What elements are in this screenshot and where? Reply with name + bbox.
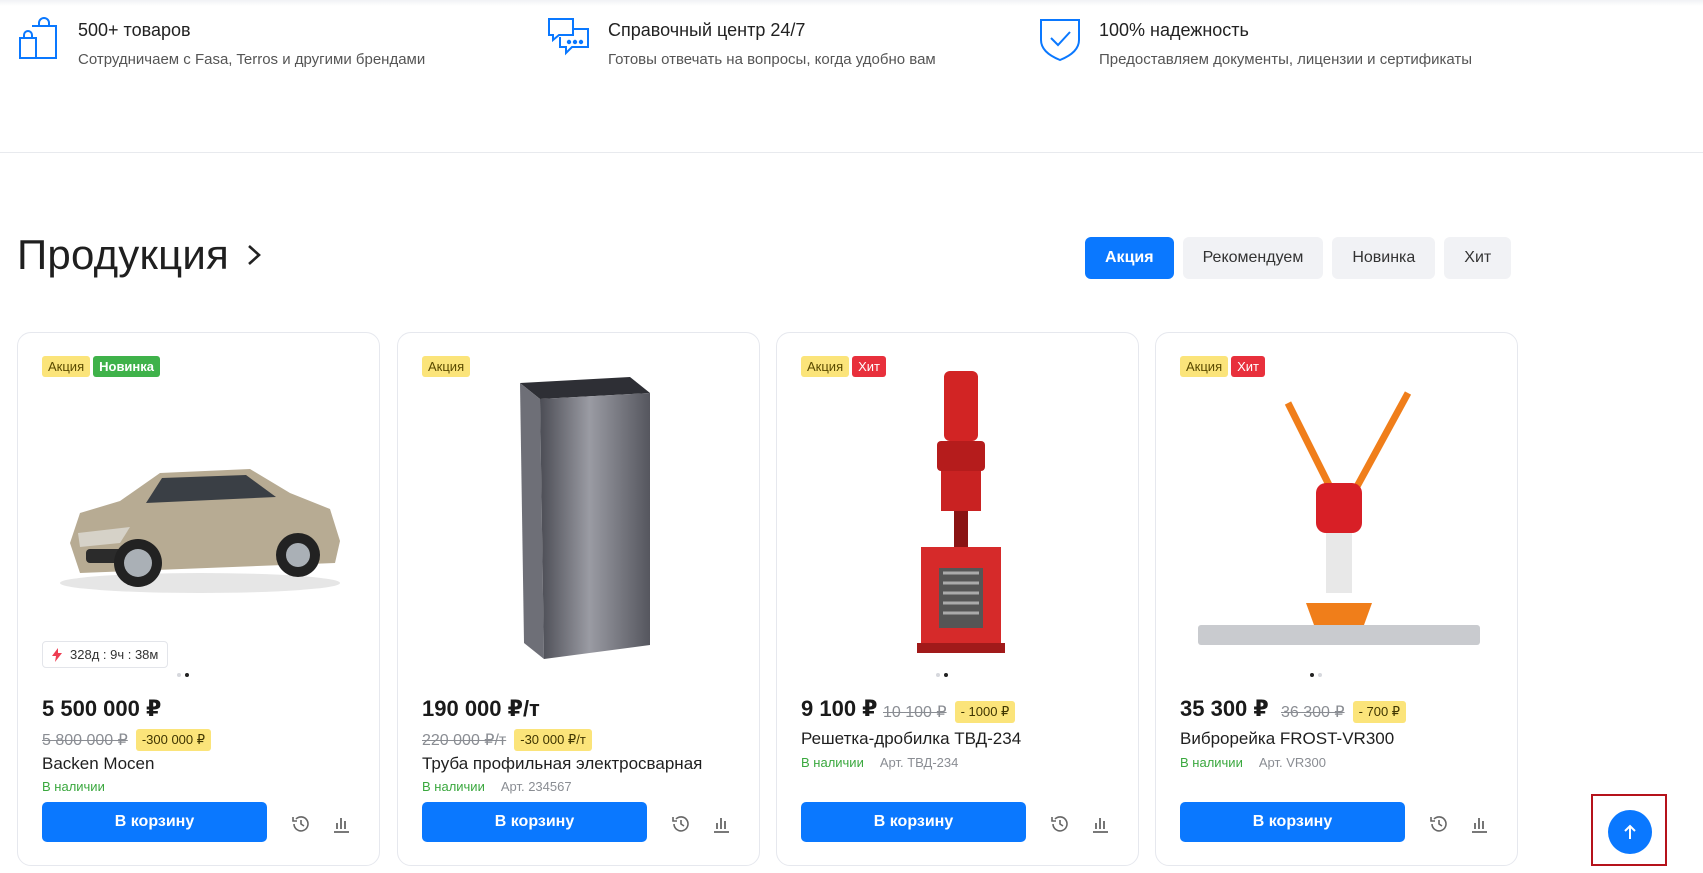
product-card[interactable]: Акция Новинка 328д : 9ч : 38м 5 500 000 … bbox=[17, 332, 380, 866]
image-dots[interactable] bbox=[177, 673, 189, 677]
stock-status: В наличии bbox=[42, 779, 105, 794]
old-price-row: 220 000 ₽/т -30 000 ₽/т bbox=[422, 729, 592, 751]
feature-products: 500+ товаров Сотрудничаем с Fasa, Terros… bbox=[16, 16, 425, 68]
dot[interactable] bbox=[177, 673, 181, 677]
price-row: 35 300 ₽ bbox=[1180, 696, 1269, 722]
filter-tabs: Акция Рекомендуем Новинка Хит bbox=[1085, 237, 1512, 279]
compare-icon[interactable] bbox=[1469, 814, 1489, 834]
discount-badge: -300 000 ₽ bbox=[135, 729, 212, 751]
filter-new[interactable]: Новинка bbox=[1332, 237, 1436, 279]
features-strip: 500+ товаров Сотрудничаем с Fasa, Terros… bbox=[0, 0, 1703, 153]
dot-active[interactable] bbox=[185, 673, 189, 677]
countdown-timer: 328д : 9ч : 38м bbox=[42, 641, 169, 668]
filter-recommended[interactable]: Рекомендуем bbox=[1182, 237, 1324, 279]
scroll-to-top-button[interactable] bbox=[1608, 810, 1652, 854]
feature-description: Сотрудничаем с Fasa, Terros и другими бр… bbox=[78, 51, 426, 68]
stock-row: В наличии Арт. 234567 bbox=[422, 779, 572, 794]
arrow-up-icon bbox=[1624, 824, 1636, 839]
shield-check-icon bbox=[1040, 19, 1080, 62]
lightning-icon bbox=[52, 647, 62, 662]
product-name[interactable]: Виброрейка FROST-VR300 bbox=[1180, 729, 1394, 749]
filter-sale[interactable]: Акция bbox=[1085, 237, 1174, 279]
feature-support: Справочный центр 24/7 Готовы отвечать на… bbox=[546, 16, 936, 68]
crusher-image bbox=[916, 371, 1005, 653]
price: 5 500 000 ₽ bbox=[42, 696, 162, 721]
car-image bbox=[59, 469, 340, 593]
discount-badge: -30 000 ₽/т bbox=[514, 729, 592, 751]
product-name[interactable]: Решетка-дробилка ТВД-234 bbox=[801, 729, 1021, 749]
old-price: 36 300 ₽ bbox=[1281, 704, 1345, 721]
add-to-cart-button[interactable]: В корзину bbox=[1180, 802, 1405, 842]
dot[interactable] bbox=[936, 673, 940, 677]
dot-active[interactable] bbox=[944, 673, 948, 677]
vibro-screed-image bbox=[1197, 391, 1480, 645]
article-number: Арт. ТВД-234 bbox=[879, 755, 959, 770]
old-price-row: 36 300 ₽ - 700 ₽ bbox=[1281, 701, 1407, 723]
product-image[interactable] bbox=[797, 363, 1120, 663]
timer-text: 328д : 9ч : 38м bbox=[70, 647, 159, 662]
add-to-cart-button[interactable]: В корзину bbox=[422, 802, 647, 842]
stock-row: В наличии Арт. ТВД-234 bbox=[801, 755, 958, 770]
dot[interactable] bbox=[1318, 673, 1322, 677]
product-image[interactable] bbox=[1176, 363, 1499, 663]
history-icon[interactable] bbox=[1050, 814, 1070, 834]
section-title-link[interactable]: Продукция bbox=[17, 231, 265, 279]
product-card[interactable]: Акция Хит 35 300 ₽ 36 300 ₽ - 700 ₽ Вибр… bbox=[1155, 332, 1518, 866]
feature-title: Справочный центр 24/7 bbox=[608, 20, 806, 40]
price: 190 000 ₽/т bbox=[422, 696, 540, 721]
shopping-bags-icon bbox=[19, 17, 57, 59]
product-name[interactable]: Труба профильная электросварная bbox=[422, 754, 702, 774]
compare-icon[interactable] bbox=[1090, 814, 1110, 834]
old-price-row: 5 800 000 ₽ -300 000 ₽ bbox=[42, 729, 212, 751]
old-price: 10 100 ₽ bbox=[883, 704, 947, 721]
article-number: Арт. 234567 bbox=[500, 779, 572, 794]
history-icon[interactable] bbox=[291, 814, 311, 834]
discount-badge: - 1000 ₽ bbox=[954, 701, 1016, 723]
stock-row: В наличии Арт. VR300 bbox=[1180, 755, 1326, 770]
price: 35 300 ₽ bbox=[1180, 696, 1269, 721]
image-dots[interactable] bbox=[936, 673, 948, 677]
chevron-right-icon bbox=[248, 245, 261, 265]
article-number: Арт. VR300 bbox=[1258, 755, 1326, 770]
feature-title: 100% надежность bbox=[1099, 20, 1249, 40]
history-icon[interactable] bbox=[671, 814, 691, 834]
dot-active[interactable] bbox=[1310, 673, 1314, 677]
product-card[interactable]: Акция 190 000 ₽/т 220 000 ₽/т -30 000 ₽/… bbox=[397, 332, 760, 866]
product-image[interactable] bbox=[418, 363, 741, 663]
pipe-image bbox=[519, 377, 650, 659]
price-row: 9 100 ₽ bbox=[801, 696, 877, 722]
add-to-cart-button[interactable]: В корзину bbox=[801, 802, 1026, 842]
product-image[interactable] bbox=[38, 363, 361, 663]
feature-reliability: 100% надежность Предоставляем документы,… bbox=[1037, 16, 1472, 68]
product-card[interactable]: Акция Хит 9 100 ₽ 10 100 ₽ - 1000 ₽ Реше… bbox=[776, 332, 1139, 866]
price: 9 100 ₽ bbox=[801, 696, 878, 721]
chat-bubbles-icon bbox=[548, 18, 589, 56]
compare-icon[interactable] bbox=[331, 814, 351, 834]
old-price: 220 000 ₽/т bbox=[422, 732, 507, 749]
old-price-row: 10 100 ₽ - 1000 ₽ bbox=[883, 701, 1016, 723]
stock-status: В наличии bbox=[1180, 755, 1243, 770]
add-to-cart-button[interactable]: В корзину bbox=[42, 802, 267, 842]
feature-title: 500+ товаров bbox=[78, 20, 191, 40]
section-title: Продукция bbox=[17, 231, 229, 278]
stock-status: В наличии bbox=[422, 779, 485, 794]
product-name[interactable]: Backen Mocen bbox=[42, 754, 154, 774]
image-dots[interactable] bbox=[1310, 673, 1322, 677]
feature-description: Готовы отвечать на вопросы, когда удобно… bbox=[608, 51, 936, 68]
old-price: 5 800 000 ₽ bbox=[42, 732, 128, 749]
stock-row: В наличии bbox=[42, 779, 105, 794]
compare-icon[interactable] bbox=[711, 814, 731, 834]
feature-description: Предоставляем документы, лицензии и серт… bbox=[1099, 51, 1473, 68]
history-icon[interactable] bbox=[1429, 814, 1449, 834]
discount-badge: - 700 ₽ bbox=[1352, 701, 1407, 723]
stock-status: В наличии bbox=[801, 755, 864, 770]
filter-hit[interactable]: Хит bbox=[1444, 237, 1512, 279]
